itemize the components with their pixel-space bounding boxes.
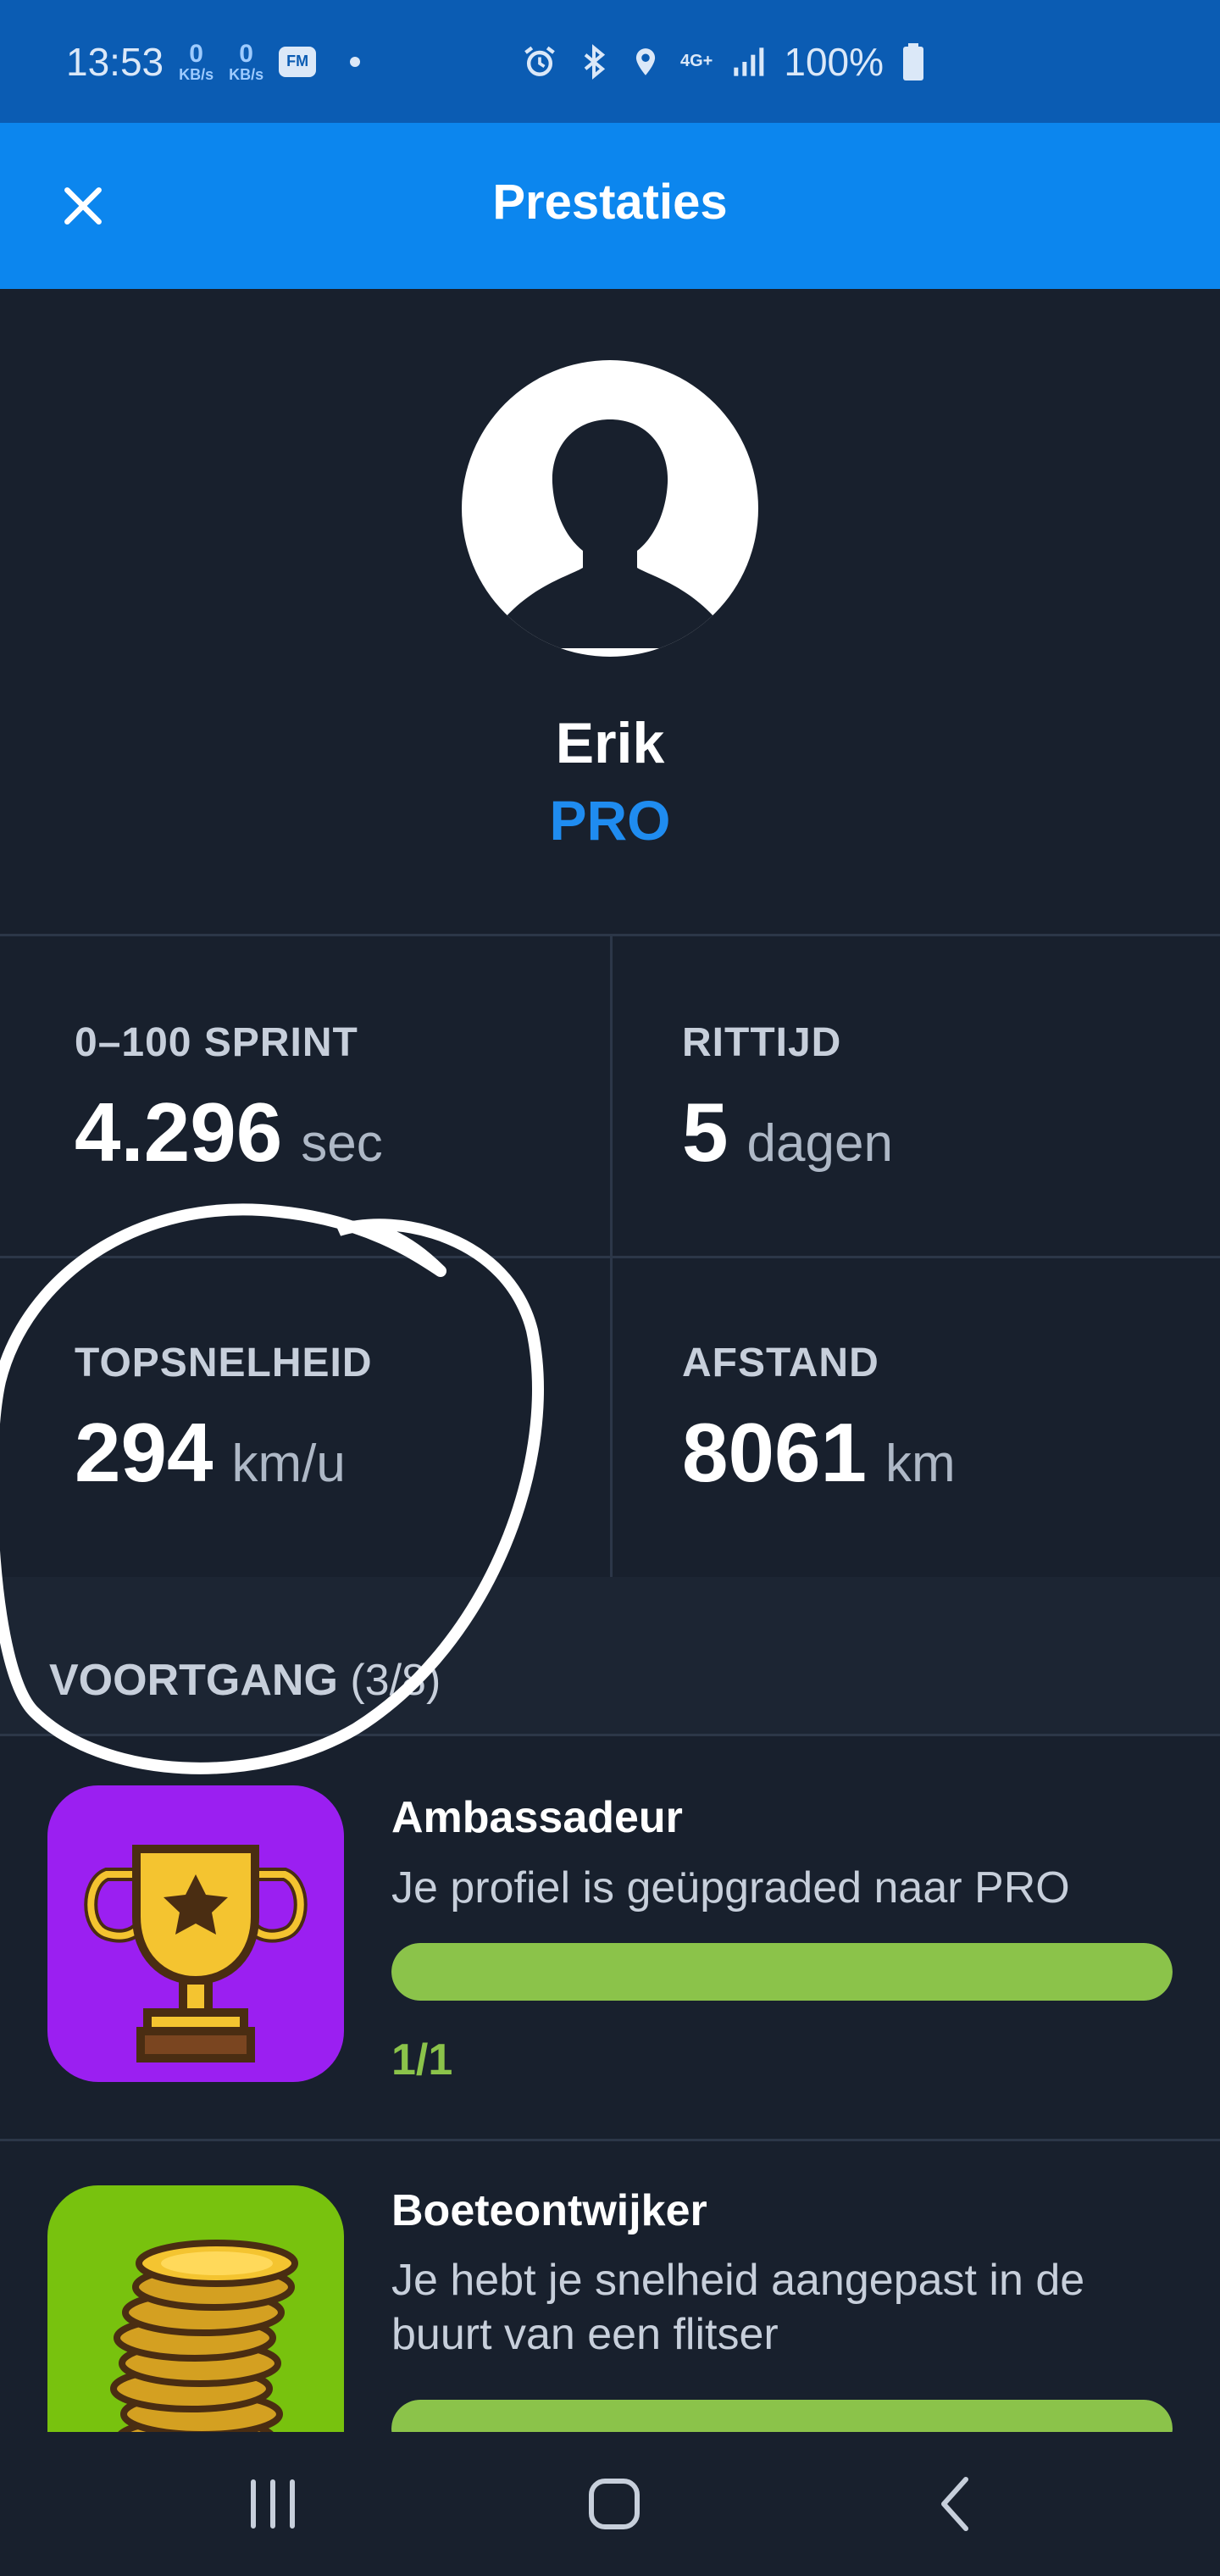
stat-unit: km [885,1435,956,1493]
network-speed-down: 0 KB/s [179,39,214,83]
recent-apps-button[interactable] [230,2462,315,2546]
network-type: 4G+ [680,52,713,70]
location-icon [635,47,656,75]
status-bar: 13:53 0 KB/s 0 KB/s FM 4G+ 100% [0,0,1220,123]
notification-dot-icon [350,56,361,67]
stat-value: 8061 [682,1406,868,1499]
stat-distance: AFSTAND 8061 km [610,1257,1220,1574]
progress-section-header: VOORTGANG (3/8) [0,1577,1220,1736]
achievement-title: Ambassadeur [391,1793,683,1842]
progress-label: VOORTGANG [49,1656,338,1705]
stat-unit: sec [301,1114,383,1173]
achievement-item[interactable]: Ambassadeur Je profiel is geüpgraded naa… [0,1736,1220,2139]
stat-unit: km/u [231,1435,346,1493]
bluetooth-icon [584,43,606,80]
status-time: 13:53 [66,39,164,84]
achievement-title: Boeteontwijker [391,2186,707,2235]
back-button[interactable] [913,2462,998,2546]
achievement-description: Je hebt je snelheid aangepast in de buur… [391,2256,1085,2359]
home-button[interactable] [572,2462,657,2546]
achievement-progress-bar [391,1943,1173,2001]
stat-label: 0–100 SPRINT [75,1020,358,1065]
profile-name: Erik [555,711,665,775]
app-bar: Prestaties [0,123,1220,289]
trophy-icon [84,1845,308,2062]
stat-label: TOPSNELHEID [75,1341,373,1385]
alarm-icon [524,46,555,76]
pro-badge: PRO [549,789,671,852]
home-icon [589,2479,640,2529]
battery-icon [903,42,924,80]
coins-icon [110,2240,298,2432]
achievement-icon [47,1785,344,2082]
achievement-progress-bar [391,2400,1173,2432]
page-title: Prestaties [492,175,728,230]
signal-icon [734,47,764,76]
stat-unit: dagen [746,1114,893,1173]
avatar[interactable] [462,360,758,657]
achievement-icon [47,2185,344,2432]
progress-count: (3/8) [350,1656,441,1705]
stat-value: 4.296 [75,1085,283,1179]
stat-value: 5 [682,1085,729,1179]
stat-label: RITTIJD [682,1020,842,1065]
achievement-item[interactable]: Boeteontwijker Je hebt je snelheid aange… [0,2141,1220,2432]
stats-grid: 0–100 SPRINT 4.296 sec RITTIJD 5 dagen TOP… [0,934,1220,1579]
recent-apps-icon [251,2479,295,2529]
battery-percent: 100% [784,39,884,84]
achievement-count: 1/1 [391,2035,453,2085]
stat-ride-time: RITTIJD 5 dagen [610,936,1220,1254]
back-icon [941,2477,968,2531]
network-speed-up: 0 KB/s [229,39,264,83]
stat-top-speed: TOPSNELHEID 294 km/u [0,1257,610,1574]
user-silhouette-icon [483,419,737,648]
stat-value: 294 [75,1406,214,1499]
stat-sprint: 0–100 SPRINT 4.296 sec [0,936,610,1254]
fm-radio-icon: FM [279,46,317,77]
system-navigation-bar [0,2432,1220,2576]
achievement-description: Je profiel is geüpgraded naar PRO [391,1863,1070,1913]
stat-label: AFSTAND [682,1341,879,1385]
